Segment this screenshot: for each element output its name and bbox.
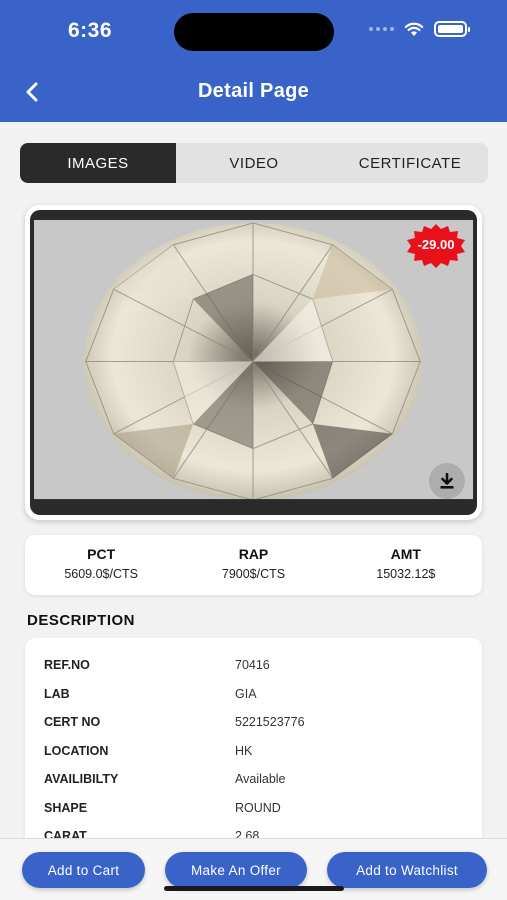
- tab-video[interactable]: VIDEO: [176, 143, 332, 183]
- signal-icon: [369, 27, 394, 31]
- diamond-image-card: -29.00: [25, 205, 482, 520]
- row-value: 5221523776: [235, 715, 305, 730]
- table-row: REF.NO 70416: [25, 651, 482, 680]
- price-label: RAP: [238, 546, 269, 562]
- media-tabs: IMAGES VIDEO CERTIFICATE: [20, 143, 488, 183]
- home-indicator[interactable]: [164, 886, 344, 891]
- add-to-cart-button[interactable]: Add to Cart: [22, 852, 145, 888]
- row-key: LOCATION: [44, 743, 109, 758]
- price-value: 5609.0$/CTS: [64, 567, 138, 581]
- tab-images[interactable]: IMAGES: [20, 143, 176, 183]
- price-rap: RAP 7900$/CTS: [177, 535, 329, 595]
- price-summary: PCT 5609.0$/CTS RAP 7900$/CTS AMT 15032.…: [25, 535, 482, 595]
- discount-badge: -29.00: [405, 224, 467, 268]
- row-value: ROUND: [235, 800, 281, 815]
- row-key: SHAPE: [44, 800, 88, 815]
- table-row: LOCATION HK: [25, 737, 482, 766]
- row-value: HK: [235, 743, 253, 758]
- price-amt: AMT 15032.12$: [330, 535, 482, 595]
- table-row: SHAPE ROUND: [25, 794, 482, 823]
- row-value: GIA: [235, 686, 257, 701]
- app-header: 6:36 Detail Page: [0, 0, 507, 122]
- status-icons: [369, 21, 470, 37]
- page-title: Detail Page: [197, 80, 310, 102]
- download-button[interactable]: [429, 463, 465, 499]
- add-to-watchlist-button[interactable]: Add to Watchlist: [327, 852, 487, 888]
- description-table: REF.NO 70416 LAB GIA CERT NO 5221523776 …: [25, 638, 482, 848]
- price-value: 15032.12$: [376, 567, 436, 581]
- diamond-image[interactable]: -29.00: [34, 220, 473, 507]
- download-icon: [440, 473, 454, 489]
- price-value: 7900$/CTS: [221, 567, 286, 581]
- table-row: AVAILIBILTY Available: [25, 765, 482, 794]
- wifi-icon: [404, 22, 424, 36]
- tab-certificate[interactable]: CERTIFICATE: [332, 143, 488, 183]
- row-key: CERT NO: [44, 715, 101, 730]
- make-offer-button[interactable]: Make An Offer: [165, 852, 307, 888]
- battery-icon: [434, 21, 470, 37]
- dynamic-island: [174, 13, 334, 51]
- row-key: AVAILIBILTY: [44, 772, 119, 787]
- table-row: CERT NO 5221523776: [25, 708, 482, 737]
- row-key: REF.NO: [44, 658, 90, 673]
- price-pct: PCT 5609.0$/CTS: [25, 535, 177, 595]
- row-value: Available: [235, 772, 286, 787]
- table-row: LAB GIA: [25, 680, 482, 709]
- discount-value: -29.00: [417, 237, 455, 252]
- row-value: 70416: [235, 658, 270, 673]
- row-key: LAB: [44, 686, 70, 701]
- image-frame: -29.00: [30, 210, 477, 515]
- description-heading: DESCRIPTION: [27, 612, 136, 629]
- price-label: AMT: [390, 546, 421, 562]
- price-label: PCT: [87, 546, 116, 562]
- status-time: 6:36: [68, 19, 113, 42]
